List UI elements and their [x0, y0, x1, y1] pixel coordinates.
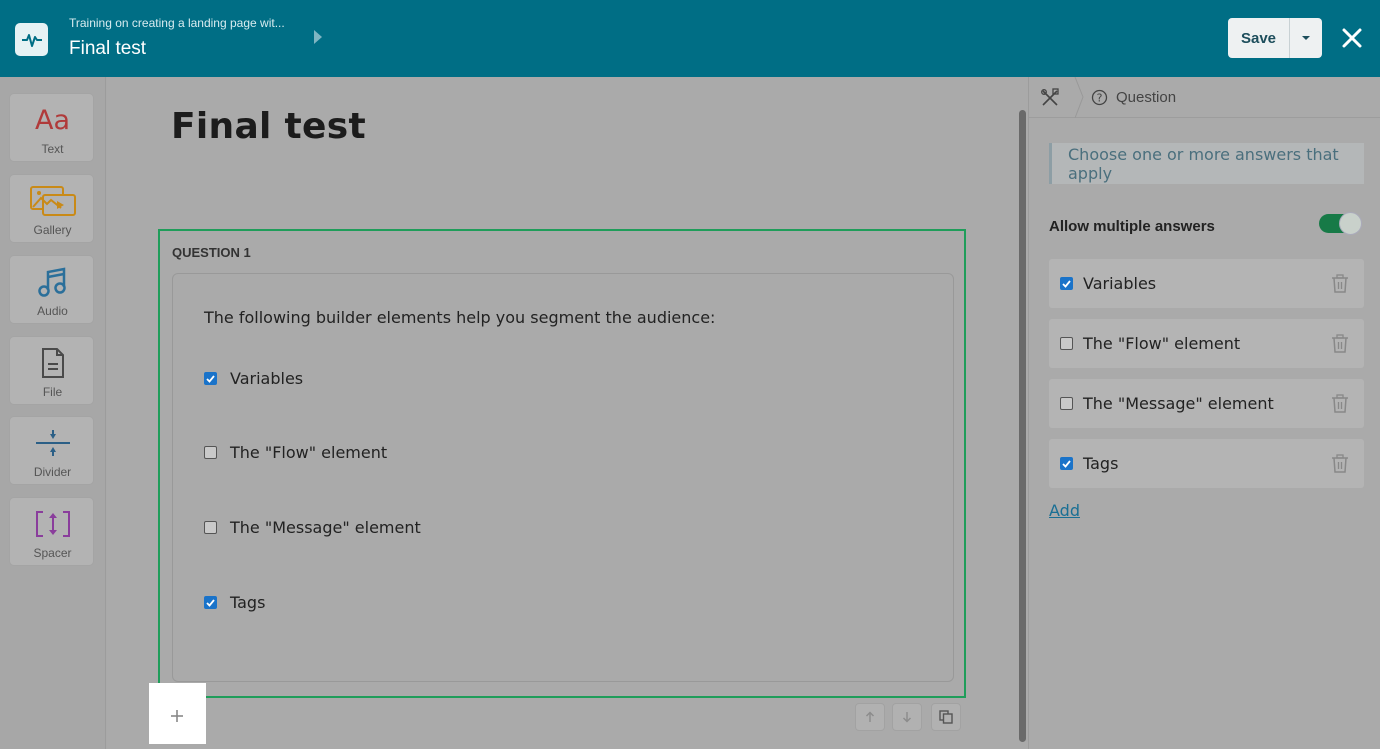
- gallery-icon: [10, 185, 95, 217]
- hint-text[interactable]: Choose one or more answers that apply: [1049, 143, 1364, 184]
- properties-panel: ? Question Choose one or more answers th…: [1028, 77, 1380, 749]
- duplicate-button[interactable]: [931, 703, 961, 731]
- copy-icon: [939, 710, 953, 724]
- checkbox-unchecked[interactable]: [204, 521, 217, 534]
- sidebar-item-label: Divider: [33, 465, 72, 479]
- answer-label[interactable]: The "Flow" element: [1083, 334, 1240, 353]
- trash-icon[interactable]: [1331, 394, 1349, 413]
- answer-item[interactable]: The "Message" element: [1049, 379, 1364, 428]
- plus-icon: [160, 701, 194, 731]
- sidebar-item-gallery[interactable]: Gallery: [9, 174, 94, 243]
- pulse-icon[interactable]: [15, 23, 48, 56]
- spacer-icon: [10, 508, 95, 540]
- arrow-down-icon: [902, 712, 912, 723]
- breadcrumb[interactable]: Training on creating a landing page wit.…: [69, 16, 285, 30]
- checkbox-checked[interactable]: [1060, 457, 1073, 470]
- sidebar-item-spacer[interactable]: Spacer: [9, 497, 94, 566]
- arrow-up-icon: [865, 711, 875, 722]
- breadcrumb-separator-icon: [1074, 77, 1084, 118]
- allow-multiple-label: Allow multiple answers: [1049, 218, 1215, 235]
- answer-option[interactable]: Variables: [204, 369, 303, 388]
- answer-option[interactable]: The "Flow" element: [204, 443, 387, 462]
- landing-page-title[interactable]: Final test: [171, 106, 366, 147]
- checkbox-unchecked[interactable]: [1060, 337, 1073, 350]
- add-block-button[interactable]: [149, 683, 206, 744]
- add-answer-link[interactable]: Add: [1049, 501, 1080, 520]
- answer-label[interactable]: The "Message" element: [1083, 394, 1274, 413]
- allow-multiple-toggle[interactable]: [1319, 212, 1362, 235]
- sidebar-item-file[interactable]: File: [9, 336, 94, 405]
- sidebar-item-audio[interactable]: Audio: [9, 255, 94, 324]
- question-card: The following builder elements help you …: [172, 273, 954, 682]
- svg-text:?: ?: [1097, 92, 1103, 105]
- move-up-button[interactable]: [855, 703, 885, 731]
- sidebar-item-label: Spacer: [33, 546, 72, 560]
- answer-label: The "Message" element: [230, 518, 421, 537]
- breadcrumb-arrow-icon[interactable]: [314, 30, 322, 44]
- panel-breadcrumb: ? Question: [1029, 77, 1380, 118]
- save-options-button[interactable]: [1289, 18, 1322, 58]
- answer-label: Tags: [230, 593, 266, 612]
- text-aa-icon: Aa: [34, 104, 70, 136]
- trash-icon[interactable]: [1331, 454, 1349, 473]
- file-icon: [10, 347, 95, 379]
- page-title: Final test: [69, 38, 147, 59]
- answer-item[interactable]: Tags: [1049, 439, 1364, 488]
- sidebar-item-label: Text: [41, 142, 64, 156]
- question-block[interactable]: QUESTION 1 The following builder element…: [158, 229, 966, 698]
- answer-label: The "Flow" element: [230, 443, 388, 462]
- music-note-icon: [10, 266, 95, 298]
- sidebar-item-label: File: [42, 385, 63, 399]
- divider-icon: [10, 427, 95, 459]
- save-button[interactable]: Save: [1228, 18, 1289, 58]
- trash-icon[interactable]: [1331, 334, 1349, 353]
- checkbox-checked[interactable]: [204, 372, 217, 385]
- answer-option[interactable]: Tags: [204, 593, 265, 612]
- checkbox-checked[interactable]: [1060, 277, 1073, 290]
- canvas-scrollbar[interactable]: [1019, 110, 1026, 742]
- design-tools-icon[interactable]: [1040, 88, 1060, 112]
- question-label: QUESTION 1: [172, 245, 251, 260]
- sidebar-item-label: Audio: [37, 304, 68, 318]
- move-down-button[interactable]: [892, 703, 922, 731]
- trash-icon[interactable]: [1331, 274, 1349, 293]
- checkbox-unchecked[interactable]: [204, 446, 217, 459]
- checkbox-unchecked[interactable]: [1060, 397, 1073, 410]
- question-text: The following builder elements help you …: [204, 308, 716, 327]
- question-circle-icon: ?: [1091, 89, 1108, 110]
- answer-label: Variables: [230, 369, 304, 388]
- answer-label[interactable]: Variables: [1083, 274, 1156, 293]
- sidebar-item-divider[interactable]: Divider: [9, 416, 94, 485]
- answer-label[interactable]: Tags: [1083, 454, 1118, 473]
- panel-breadcrumb-label[interactable]: Question: [1116, 89, 1176, 106]
- answer-item[interactable]: The "Flow" element: [1049, 319, 1364, 368]
- answer-item[interactable]: Variables: [1049, 259, 1364, 308]
- checkbox-checked[interactable]: [204, 596, 217, 609]
- toggle-knob: [1339, 212, 1362, 235]
- sidebar-item-label: Gallery: [33, 223, 72, 237]
- element-toolbar: Aa Text Gallery Audio File Divider Space…: [0, 77, 106, 749]
- close-icon[interactable]: [1341, 27, 1363, 49]
- answer-option[interactable]: The "Message" element: [204, 518, 421, 537]
- top-bar: Training on creating a landing page wit.…: [0, 0, 1380, 77]
- save-button-group: Save: [1228, 18, 1322, 58]
- chevron-down-icon: [1302, 36, 1310, 40]
- sidebar-item-text[interactable]: Aa Text: [9, 93, 94, 162]
